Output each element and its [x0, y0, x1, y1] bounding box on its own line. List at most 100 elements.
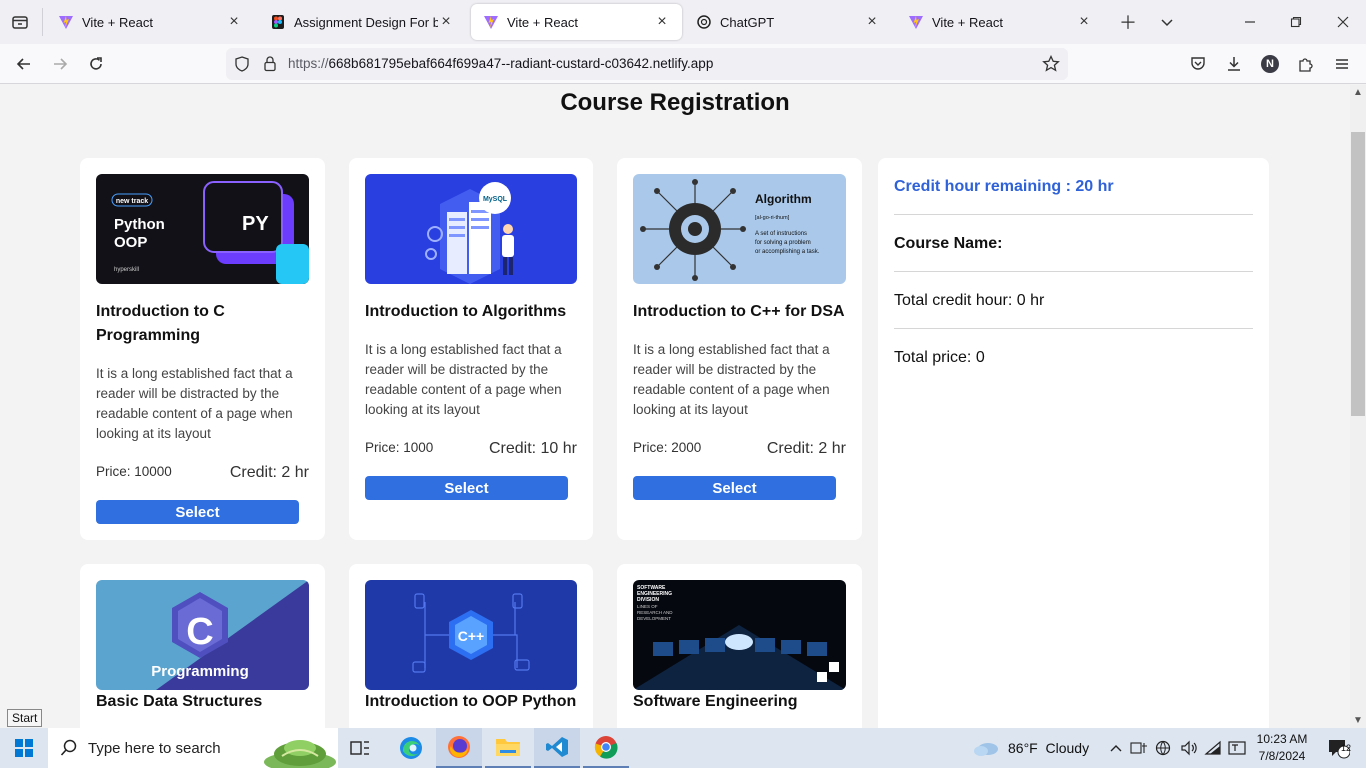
volume-icon[interactable]	[1178, 728, 1200, 768]
course-card: C Programming Basic Data Structures	[80, 564, 325, 728]
tab-label: Vite + React	[932, 14, 1003, 30]
scrollbar-thumb[interactable]	[1351, 132, 1365, 416]
back-icon[interactable]	[12, 52, 36, 76]
svg-text:or accomplishing a task.: or accomplishing a task.	[755, 249, 820, 255]
clock[interactable]: 10:23 AM 7/8/2024	[1250, 731, 1314, 765]
close-window-icon[interactable]	[1331, 10, 1355, 34]
scroll-down-icon[interactable]: ▼	[1353, 715, 1363, 726]
pocket-icon[interactable]	[1186, 52, 1210, 76]
taskbar-search-box[interactable]: Type here to search	[48, 728, 338, 768]
figma-icon	[272, 15, 284, 29]
tab-vite-react-1[interactable]: Vite + React ×	[46, 4, 254, 40]
tab-chatgpt[interactable]: ChatGPT ×	[684, 4, 892, 40]
vscode-icon[interactable]	[534, 728, 580, 768]
list-all-tabs-icon[interactable]	[8, 10, 32, 34]
thumb-title: Programming	[151, 663, 249, 680]
tab-figma-assignment[interactable]: Assignment Design For batch ×	[258, 4, 466, 40]
menu-icon[interactable]	[1330, 52, 1354, 76]
lock-icon[interactable]	[262, 55, 278, 73]
chatgpt-icon	[697, 15, 711, 29]
svg-text:OOP: OOP	[114, 234, 147, 251]
credit-remaining-text: Credit hour remaining : 20 hr	[894, 178, 1114, 195]
course-name: Introduction to OOP Python	[365, 693, 577, 710]
close-icon[interactable]: ×	[438, 13, 454, 30]
total-price-text: Total price: 0	[894, 349, 985, 366]
account-avatar[interactable]: N	[1258, 52, 1282, 76]
firefox-icon[interactable]	[436, 728, 482, 768]
chevron-down-icon[interactable]	[1155, 10, 1179, 34]
course-price: Price: 10000	[96, 464, 172, 479]
notifications-icon[interactable]: 12	[1318, 728, 1358, 768]
registration-summary-panel: Credit hour remaining : 20 hr Course Nam…	[878, 158, 1269, 728]
course-credit: Credit: 2 hr	[766, 440, 846, 457]
close-icon[interactable]: ×	[654, 13, 670, 30]
bookmark-star-icon[interactable]	[1042, 55, 1060, 73]
downloads-icon[interactable]	[1222, 52, 1246, 76]
svg-text:DIVISION: DIVISION	[637, 597, 659, 603]
thumb-title: Algorithm	[755, 192, 812, 206]
course-thumbnail: MySQL	[365, 174, 577, 284]
new-tab-icon[interactable]: ＋	[1116, 10, 1140, 34]
course-name: Introduction to C++ for DSA	[633, 303, 845, 320]
course-price: Price: 2000	[633, 440, 702, 455]
input-method-icon[interactable]	[1128, 728, 1150, 768]
windows-start-icon[interactable]	[0, 728, 48, 768]
course-price: Price: 1000	[365, 440, 434, 455]
url-text: https://668b681795ebaf664f699a47--radian…	[288, 56, 713, 71]
vite-icon	[484, 16, 498, 29]
course-card: new track Python OOP PY hyperskill Intro…	[80, 158, 325, 540]
weather-text: 86°F Cloudy	[1008, 740, 1090, 756]
select-button[interactable]: Select	[96, 500, 299, 524]
course-description: It is a long established fact that a rea…	[96, 366, 293, 441]
clock-date: 7/8/2024	[1258, 749, 1306, 763]
thumb-mark: C	[186, 611, 213, 653]
divider	[894, 271, 1253, 272]
svg-text:A set of instructions: A set of instructions	[755, 231, 807, 237]
total-credit-text: Total credit hour: 0 hr	[894, 292, 1045, 309]
divider	[894, 214, 1253, 215]
shield-icon[interactable]	[234, 56, 250, 72]
reload-icon[interactable]	[84, 52, 108, 76]
extensions-icon[interactable]	[1294, 52, 1318, 76]
task-view-icon[interactable]	[342, 728, 378, 768]
network-status-icon[interactable]	[1152, 728, 1176, 768]
select-button[interactable]: Select	[365, 476, 568, 500]
tab-label: ChatGPT	[720, 14, 775, 30]
show-hidden-icons-icon[interactable]	[1106, 728, 1126, 768]
restore-icon[interactable]	[1284, 10, 1308, 34]
wifi-icon[interactable]	[1202, 728, 1224, 768]
course-card: SOFTWARE ENGINEERING DIVISION LINES OF R…	[617, 564, 862, 728]
browser-tab-strip: Vite + React × Assignment Design For bat…	[0, 0, 1366, 44]
course-name: Introduction to Algorithms	[365, 303, 567, 320]
minimize-icon[interactable]	[1238, 10, 1262, 34]
close-icon[interactable]: ×	[226, 13, 242, 30]
thumb-mark: C++	[458, 628, 484, 644]
vertical-scrollbar[interactable]: ▲ ▼	[1350, 85, 1366, 728]
svg-text:for solving a problem: for solving a problem	[755, 240, 811, 246]
tab-vite-react-2[interactable]: Vite + React ×	[896, 4, 1104, 40]
clock-time: 10:23 AM	[1256, 732, 1308, 746]
account-initial: N	[1261, 55, 1279, 73]
thumb-subtitle: [al-go-ri-thum]	[755, 215, 790, 221]
forward-icon[interactable]	[48, 52, 72, 76]
edge-icon[interactable]	[388, 728, 434, 768]
close-icon[interactable]: ×	[1076, 13, 1092, 30]
weather-widget[interactable]: 86°F Cloudy	[972, 728, 1089, 768]
tab-label: Vite + React	[82, 14, 153, 30]
select-button[interactable]: Select	[633, 476, 836, 500]
chrome-icon[interactable]	[583, 728, 629, 768]
start-tooltip: Start	[7, 709, 43, 727]
windows-taskbar: Type here to search 86°F Cloudy 10:23 AM…	[0, 728, 1366, 768]
tab-label: Vite + React	[507, 14, 578, 30]
file-explorer-icon[interactable]	[485, 728, 531, 768]
url-host: 668b681795ebaf664f699a47--radiant-custar…	[328, 56, 714, 71]
language-icon[interactable]	[1226, 728, 1248, 768]
thumb-mark: PY	[242, 213, 269, 235]
tab-vite-react-active[interactable]: Vite + React ×	[471, 4, 682, 40]
course-card: C++ Introduction to OOP Python	[349, 564, 593, 728]
page-title: Course Registration	[560, 89, 790, 116]
search-icon	[60, 739, 77, 756]
close-icon[interactable]: ×	[864, 13, 880, 30]
scroll-up-icon[interactable]: ▲	[1353, 87, 1363, 98]
address-bar[interactable]: https://668b681795ebaf664f699a47--radian…	[226, 48, 1068, 80]
